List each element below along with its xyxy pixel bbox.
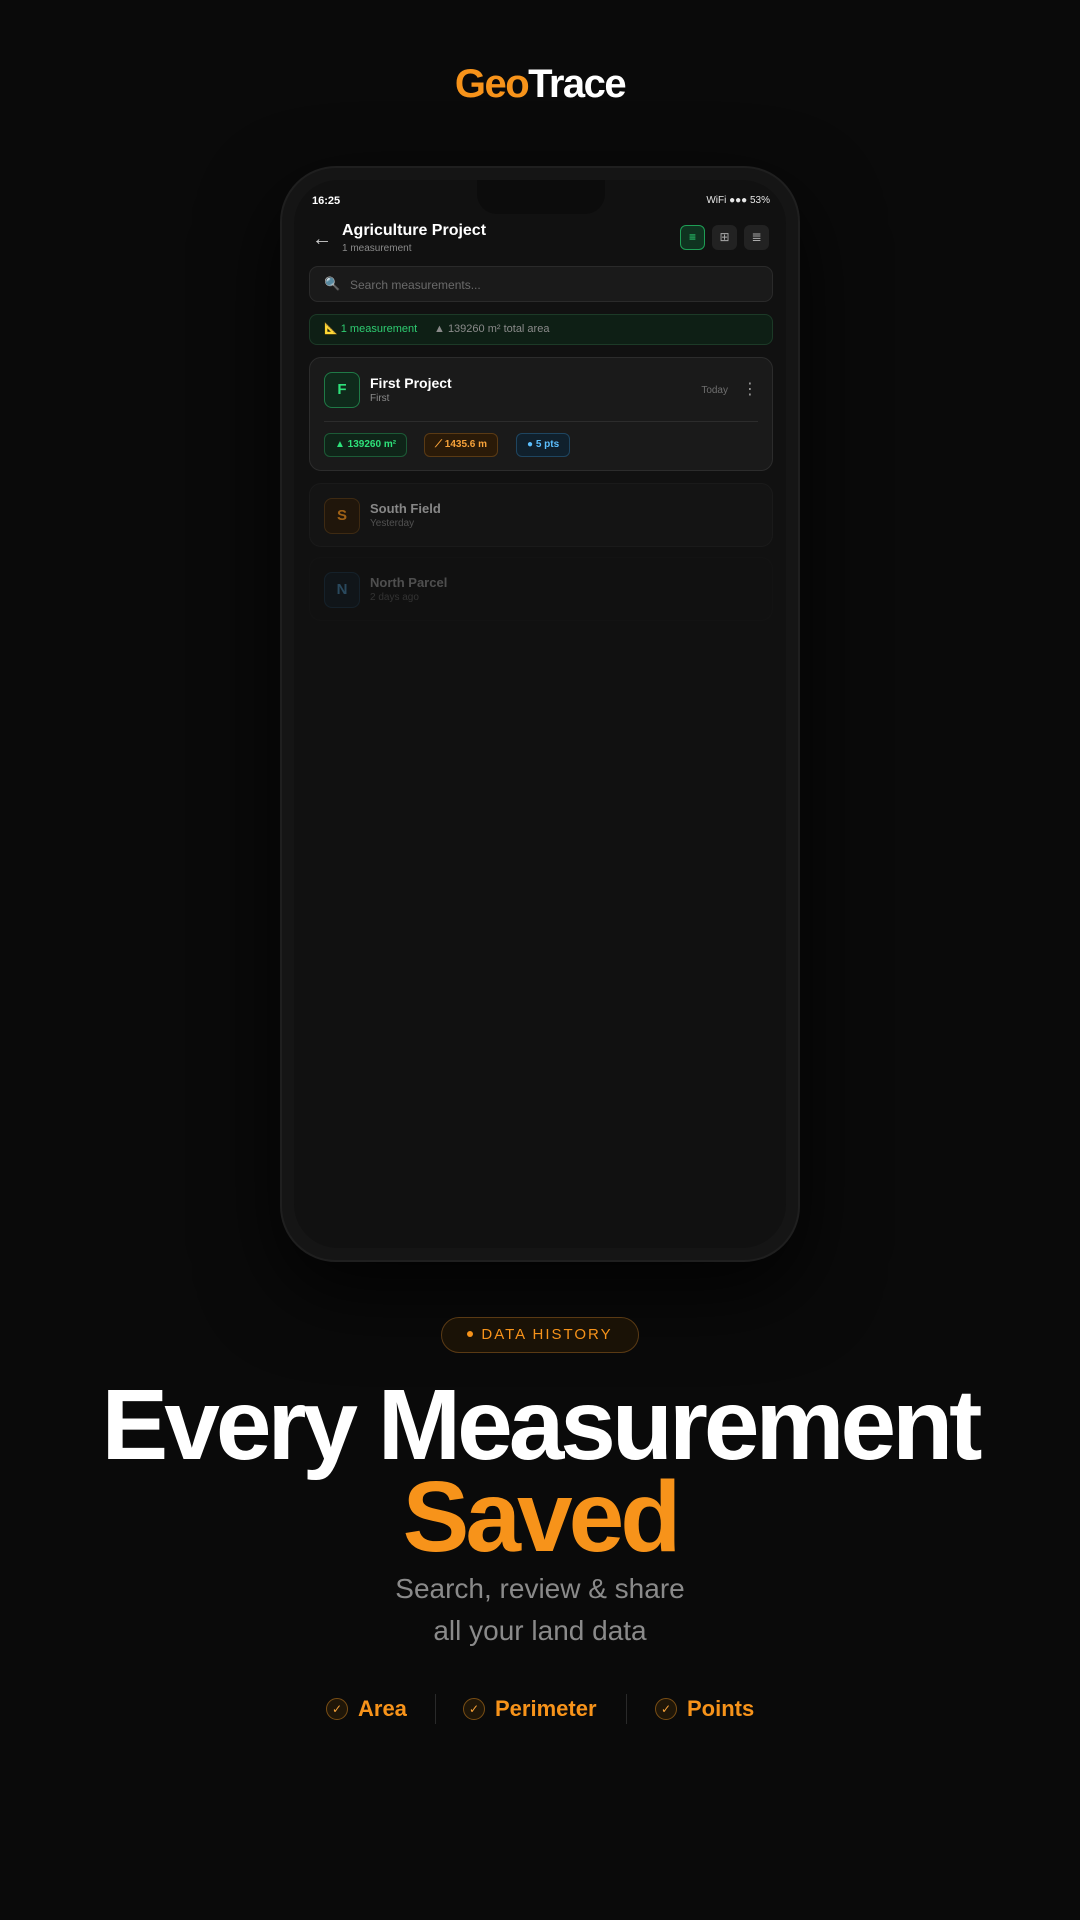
area-badge: ▲ 139260 m² [324,433,408,457]
avatar: F [324,372,360,408]
subheadline-line-1: Search, review & share [395,1573,685,1604]
check-icon: ✓ [326,1697,348,1720]
section-tag-label: DATA HISTORY [481,1326,613,1343]
check-icon: ✓ [463,1697,485,1720]
app-logo: GeoTrace [0,62,1080,107]
headline-accent: Saved [402,1461,682,1573]
card-date: Today [701,385,728,396]
search-icon: 🔍 [324,276,341,291]
divider [324,421,758,422]
phone-screen: 16:25 WiFi ●●● 53% ← Agriculture Project… [294,180,786,1248]
section-tag: DATA HISTORY [441,1317,639,1353]
status-indicators: WiFi ●●● 53% [706,195,770,206]
list-view-button[interactable]: ≡ [680,225,705,250]
check-icon: ✓ [655,1697,677,1720]
phone-notch [477,180,605,214]
feature-label: Area [358,1696,407,1721]
feature-label: Perimeter [495,1696,597,1721]
card-subtitle: Yesterday [370,518,415,529]
points-badge: ● 5 pts [516,433,571,457]
page-title: Agriculture Project [342,222,487,239]
page-subtitle: 1 measurement [342,243,412,254]
phone-frame: 16:25 WiFi ●●● 53% ← Agriculture Project… [280,166,800,1262]
card-title: First Project [370,375,452,391]
measurement-count: 📐 1 measurement [324,323,418,335]
measurement-card-south-field[interactable]: S South Field Yesterday [309,483,773,547]
card-title: North Parcel [370,575,448,590]
feature-separator [435,1694,436,1724]
menu-button[interactable]: ≣ [744,225,769,250]
feature-label: Points [687,1696,755,1721]
perimeter-badge: ⟋ 1435.6 m [424,433,499,457]
measurement-card-first-project[interactable]: F First Project First Today ⋮ ▲ 139260 m… [309,357,773,471]
summary-bar: 📐 1 measurement ▲ 139260 m² total area [309,314,773,345]
feature-separator [626,1694,627,1724]
logo-trace: Trace [528,62,627,106]
feature-area: ✓ Area [326,1695,407,1723]
card-title: South Field [370,501,441,516]
total-area: ▲ 139260 m² total area [434,323,550,335]
avatar: S [324,498,360,534]
card-subtitle: First [370,393,390,404]
measurement-card-north-parcel[interactable]: N North Parcel 2 days ago [309,557,773,621]
search-bar: 🔍 [309,266,773,302]
grid-view-button[interactable]: ⊞ [712,225,737,250]
avatar: N [324,572,360,608]
logo-geo: Geo [454,62,530,106]
dot-icon [467,1331,474,1338]
feature-points: ✓ Points [655,1695,754,1723]
subheadline-line-2: all your land data [433,1615,647,1646]
status-time: 16:25 [312,195,341,207]
card-subtitle: 2 days ago [370,592,419,603]
more-options-icon[interactable]: ⋮ [742,379,758,399]
back-arrow-icon[interactable]: ← [312,228,332,251]
search-input[interactable] [350,275,750,295]
feature-perimeter: ✓ Perimeter [463,1695,597,1723]
